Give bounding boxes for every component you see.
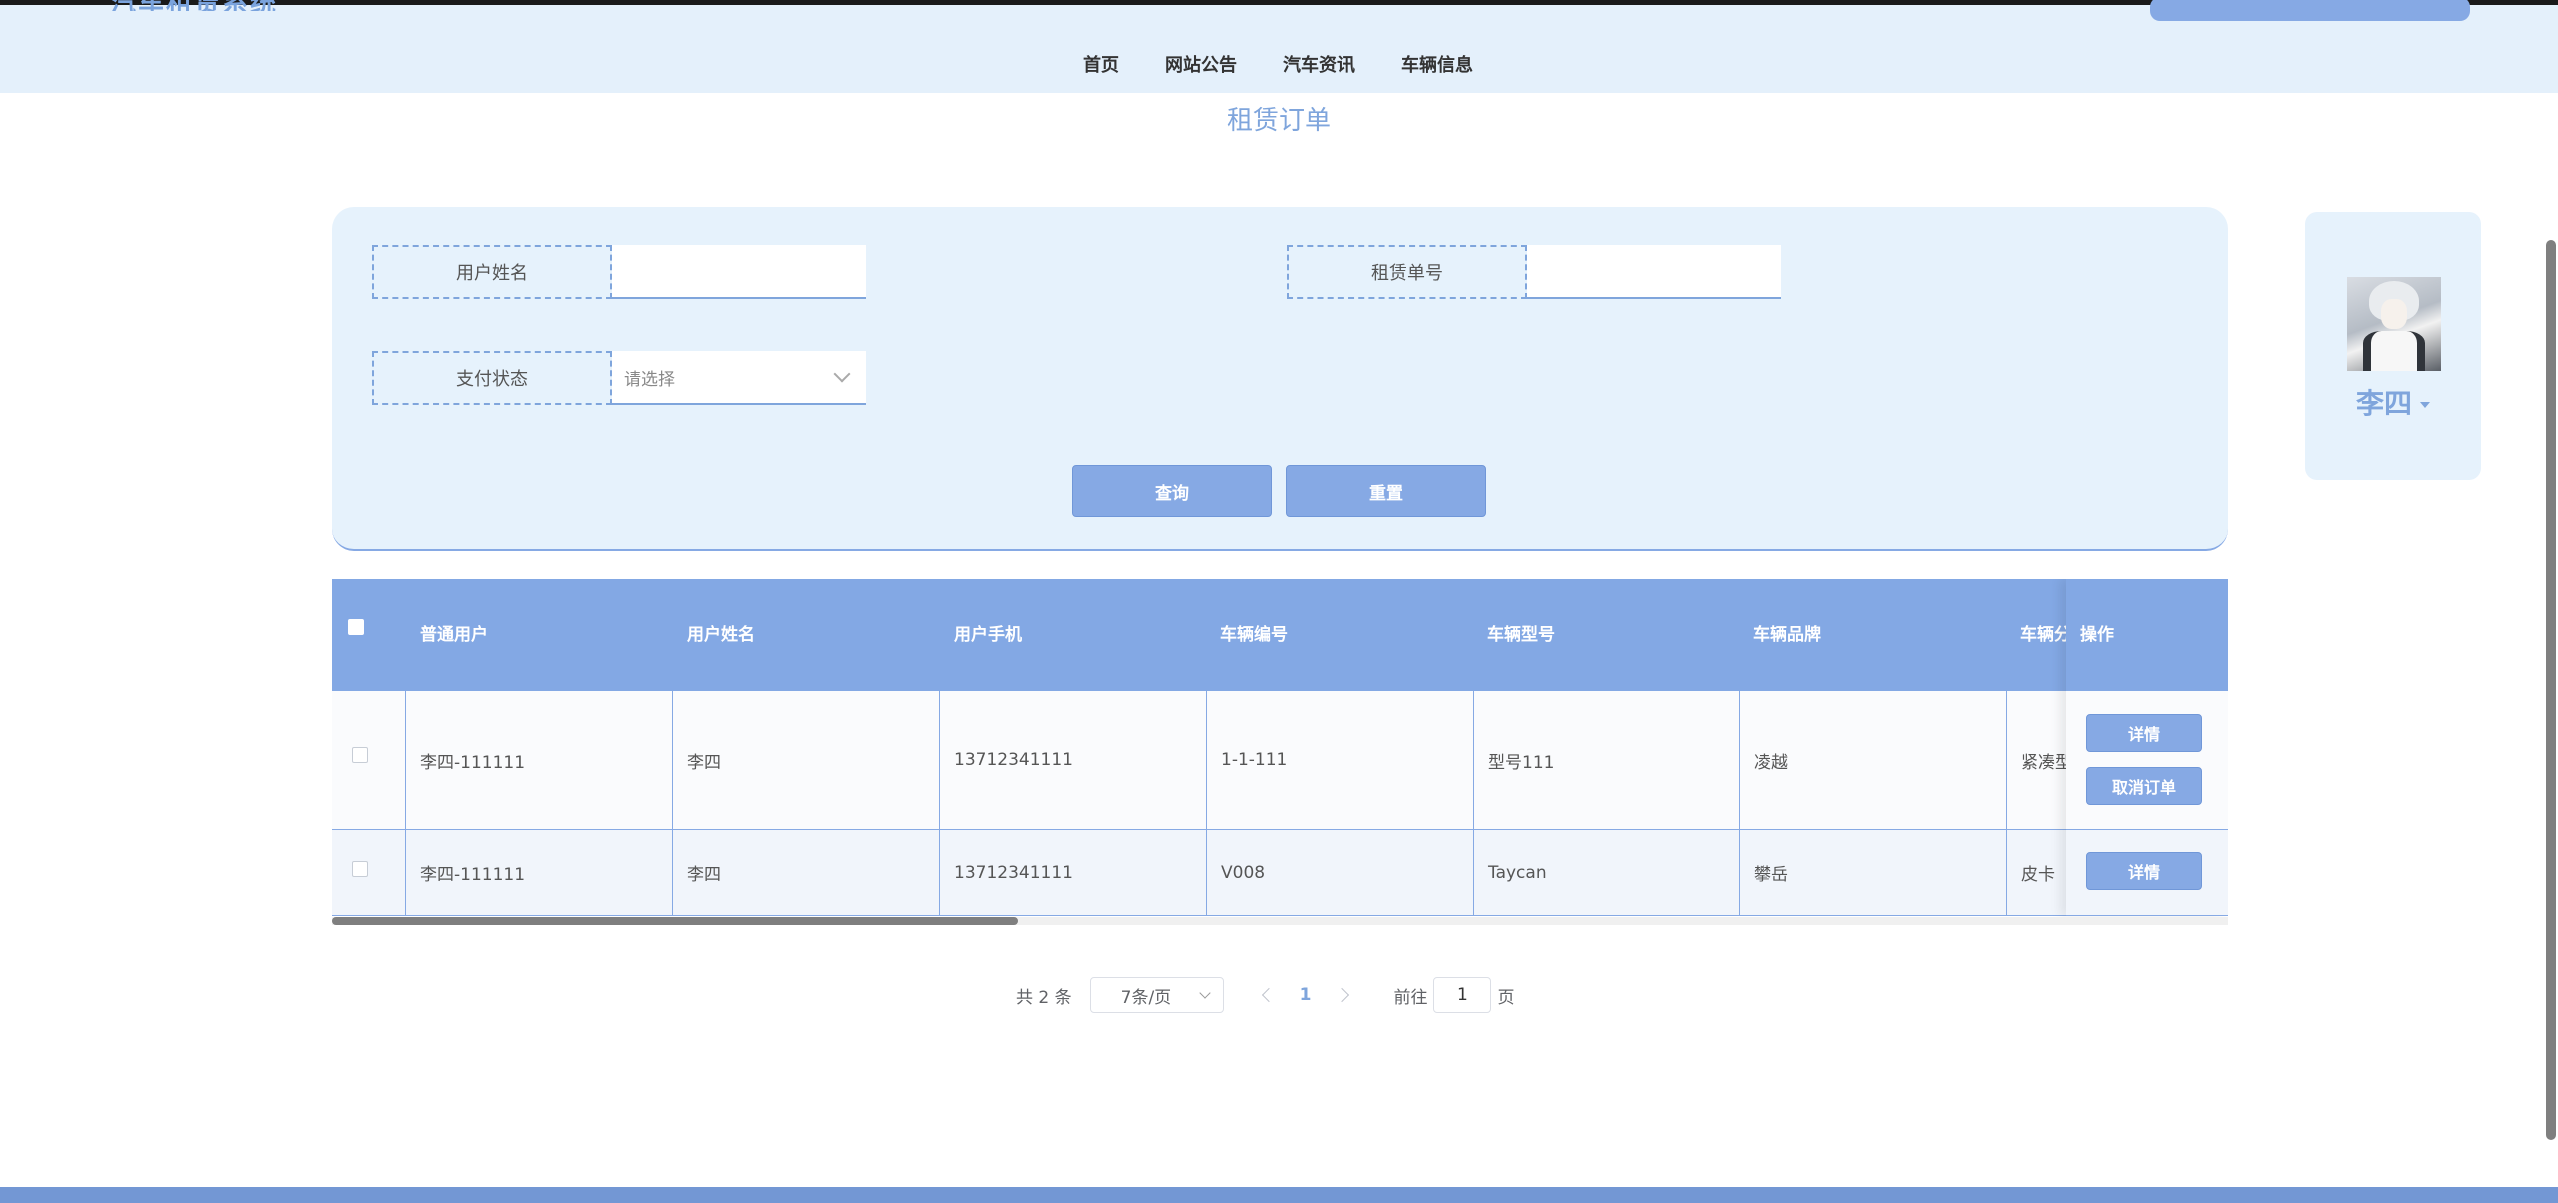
col-operations: 操作 xyxy=(2066,579,2228,691)
col-model: 车辆型号 xyxy=(1487,625,1555,645)
pagination: 共 2 条 7条/页 1 前往 1 页 xyxy=(1016,977,1514,1013)
order-no-label: 租赁单号 xyxy=(1287,245,1527,299)
row-actions: 详情 xyxy=(2066,830,2228,916)
page-number-current[interactable]: 1 xyxy=(1300,985,1312,1005)
table-row: 李四-111111 李四 13712341111 V008 Taycan 攀岳 … xyxy=(332,830,2228,916)
col-category: 车辆分类 xyxy=(2020,625,2066,645)
operations-column: 操作 详情 取消订单 详情 xyxy=(2066,579,2228,916)
nav-announcements[interactable]: 网站公告 xyxy=(1142,51,1260,81)
pay-status-label: 支付状态 xyxy=(372,351,612,405)
cell-name: 李四 xyxy=(672,830,939,915)
col-phone: 用户手机 xyxy=(954,625,1022,645)
site-logo[interactable]: 汽车租赁系统 xyxy=(110,0,300,11)
horizontal-scrollbar-thumb[interactable] xyxy=(332,917,1018,925)
row-checkbox[interactable] xyxy=(352,747,368,763)
order-no-input[interactable] xyxy=(1527,245,1781,299)
profile-name: 李四 xyxy=(2355,387,2412,420)
cell-category: 皮卡 xyxy=(2006,830,2066,915)
order-no-field: 租赁单号 xyxy=(1287,245,1781,299)
table-row: 李四-111111 李四 13712341111 1-1-111 型号111 凌… xyxy=(332,691,2228,830)
cell-user: 李四-111111 xyxy=(405,830,672,915)
cell-model: 型号111 xyxy=(1473,691,1739,829)
select-all-checkbox[interactable] xyxy=(348,619,364,635)
page-jumper: 前往 1 页 xyxy=(1393,977,1514,1013)
cell-brand: 凌越 xyxy=(1739,691,2006,829)
site-header: 汽车租赁系统 首页 网站公告 汽车资讯 车辆信息 xyxy=(0,0,2558,93)
main-nav: 首页 网站公告 汽车资讯 车辆信息 xyxy=(1060,51,1496,81)
goto-suffix: 页 xyxy=(1497,987,1515,1008)
avatar-face xyxy=(2381,299,2407,329)
header-action-button[interactable] xyxy=(2150,0,2470,21)
reset-button[interactable]: 重置 xyxy=(1286,465,1486,517)
cell-name: 李四 xyxy=(672,691,939,829)
next-page-icon[interactable] xyxy=(1335,987,1350,1003)
page-title: 租赁订单 xyxy=(1226,106,1331,136)
cell-user: 李四-111111 xyxy=(405,691,672,829)
cell-model: Taycan xyxy=(1473,830,1739,915)
goto-prefix: 前往 xyxy=(1393,987,1428,1008)
user-profile-card: 李四 xyxy=(2305,212,2481,480)
orders-table: 普通用户 用户姓名 用户手机 车辆编号 车辆型号 车辆品牌 车辆分类 李四-11… xyxy=(332,579,2228,925)
col-user: 普通用户 xyxy=(420,625,488,645)
cell-brand: 攀岳 xyxy=(1739,830,2006,915)
footer-bar xyxy=(0,1187,2558,1203)
cancel-order-button[interactable]: 取消订单 xyxy=(2086,767,2202,805)
detail-button[interactable]: 详情 xyxy=(2086,852,2202,890)
goto-page-input[interactable]: 1 xyxy=(1433,977,1492,1013)
search-panel: 用户姓名 租赁单号 支付状态 请选择 查询 重置 xyxy=(332,207,2228,551)
cell-category: 紧凑型 xyxy=(2006,691,2066,829)
page-size-value: 7条/页 xyxy=(1120,987,1172,1008)
vertical-scrollbar-thumb[interactable] xyxy=(2546,240,2556,1140)
detail-button[interactable]: 详情 xyxy=(2086,714,2202,752)
prev-page-icon[interactable] xyxy=(1261,987,1276,1003)
nav-car-news[interactable]: 汽车资讯 xyxy=(1260,51,1378,81)
nav-home[interactable]: 首页 xyxy=(1060,51,1142,81)
col-car-no: 车辆编号 xyxy=(1220,625,1288,645)
pay-status-select[interactable]: 请选择 xyxy=(612,351,866,405)
query-button[interactable]: 查询 xyxy=(1072,465,1272,517)
chevron-down-icon xyxy=(1198,987,1211,999)
cell-car-no: 1-1-111 xyxy=(1206,691,1473,829)
col-name: 用户姓名 xyxy=(687,625,755,645)
pay-status-placeholder: 请选择 xyxy=(624,369,675,390)
cell-car-no: V008 xyxy=(1206,830,1473,915)
row-checkbox[interactable] xyxy=(352,861,368,877)
caret-down-icon xyxy=(2420,402,2430,408)
row-actions: 详情 取消订单 xyxy=(2066,691,2228,830)
user-name-label: 用户姓名 xyxy=(372,245,612,299)
pagination-total: 共 2 条 xyxy=(1016,987,1072,1008)
chevron-down-icon xyxy=(833,365,851,383)
user-name-input[interactable] xyxy=(612,245,866,299)
profile-name-dropdown[interactable]: 李四 xyxy=(2305,382,2481,422)
pay-status-field: 支付状态 请选择 xyxy=(372,351,866,405)
user-name-field: 用户姓名 xyxy=(372,245,866,299)
cell-phone: 13712341111 xyxy=(939,830,1206,915)
nav-vehicle-info[interactable]: 车辆信息 xyxy=(1378,51,1496,81)
col-brand: 车辆品牌 xyxy=(1753,625,1821,645)
avatar-body xyxy=(2363,331,2425,371)
page-size-select[interactable]: 7条/页 xyxy=(1089,977,1224,1013)
avatar[interactable] xyxy=(2347,277,2441,371)
cell-phone: 13712341111 xyxy=(939,691,1206,829)
table-header: 普通用户 用户姓名 用户手机 车辆编号 车辆型号 车辆品牌 车辆分类 xyxy=(332,579,2228,691)
